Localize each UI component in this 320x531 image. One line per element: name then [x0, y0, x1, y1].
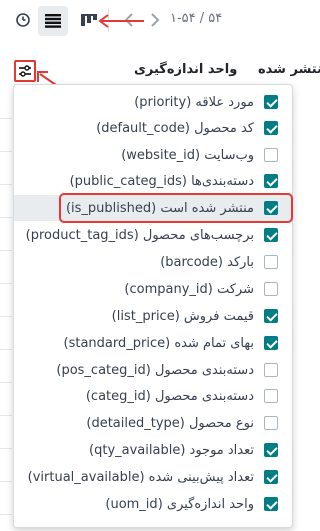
annotation-arrow-toolbar [98, 14, 144, 28]
pager-value[interactable]: ۱-۵۴ / ۵۴ [170, 11, 222, 26]
column-checkbox[interactable] [264, 470, 278, 484]
column-checkbox[interactable] [264, 416, 278, 430]
column-checkbox[interactable] [264, 228, 278, 242]
column-option-label: شرکت (company_id) [124, 281, 254, 297]
optional-columns-toggle[interactable] [14, 60, 36, 82]
column-checkbox[interactable] [264, 336, 278, 350]
column-option-detailed-type[interactable]: نوع محصول (detailed_type) [14, 410, 292, 436]
column-option-list-price[interactable]: قیمت فروش (list_price) [14, 303, 292, 329]
column-checkbox[interactable] [264, 282, 278, 296]
column-option-label: دسته‌بندی محصول (pos_categ_id) [56, 362, 254, 378]
optional-columns-dropdown: مورد علاقه (priority) کد محصول (default_… [13, 84, 293, 528]
clock-icon[interactable] [14, 11, 32, 29]
list-background-rows [0, 86, 12, 531]
column-option-label: تعداد موجود (qty_available) [89, 442, 254, 458]
column-option-label: بهای تمام شده (standard_price) [63, 335, 255, 351]
column-option-label: دسته‌بندی محصول (categ_id) [85, 388, 254, 404]
column-option-website[interactable]: وب‌سایت (website_id) [14, 142, 292, 168]
column-option-label: واحد اندازه‌گیری (uom_id) [105, 496, 254, 512]
column-checkbox[interactable] [264, 497, 278, 511]
column-option-uom[interactable]: واحد اندازه‌گیری (uom_id) [14, 491, 292, 517]
column-option-virtual-available[interactable]: تعداد پیش‌بینی شده (virtual_available) [14, 464, 292, 490]
column-option-label: برچسب‌های محصول (product_tag_ids) [25, 227, 254, 243]
column-header-uom[interactable]: واحد اندازه‌گیری [134, 62, 237, 77]
column-option-label: کد محصول (default_code) [96, 120, 254, 136]
column-checkbox[interactable] [264, 174, 278, 188]
column-option-label: مورد علاقه (priority) [134, 94, 254, 110]
list-view-icon [45, 14, 61, 28]
chevron-right-icon[interactable] [148, 12, 162, 28]
column-checkbox[interactable] [264, 95, 278, 109]
column-option-categ[interactable]: دسته‌بندی محصول (categ_id) [14, 383, 292, 409]
annotation-highlight-box [59, 193, 293, 223]
column-header-published[interactable]: منتشر شده [258, 62, 320, 77]
control-panel-toolbar: ۱-۵۴ / ۵۴ [0, 0, 302, 44]
column-option-pos-categ[interactable]: دسته‌بندی محصول (pos_categ_id) [14, 357, 292, 383]
column-option-product-tags[interactable]: برچسب‌های محصول (product_tag_ids) [14, 222, 292, 248]
column-option-standard-price[interactable]: بهای تمام شده (standard_price) [14, 330, 292, 356]
column-option-label: دسته‌بندی‌ها (public_categ_ids) [69, 173, 254, 189]
column-checkbox[interactable] [264, 389, 278, 403]
column-option-default-code[interactable]: کد محصول (default_code) [14, 115, 292, 141]
sliders-icon [19, 65, 31, 77]
column-option-public-categ[interactable]: دسته‌بندی‌ها (public_categ_ids) [14, 168, 292, 194]
column-checkbox[interactable] [264, 443, 278, 457]
column-option-company[interactable]: شرکت (company_id) [14, 276, 292, 302]
column-checkbox[interactable] [264, 148, 278, 162]
column-checkbox[interactable] [264, 255, 278, 269]
column-option-label: بارکد (barcode) [160, 254, 254, 270]
column-checkbox[interactable] [264, 121, 278, 135]
list-view-button[interactable] [38, 6, 68, 36]
column-option-barcode[interactable]: بارکد (barcode) [14, 249, 292, 275]
column-option-qty-available[interactable]: تعداد موجود (qty_available) [14, 437, 292, 463]
column-option-priority[interactable]: مورد علاقه (priority) [14, 89, 292, 115]
column-option-label: نوع محصول (detailed_type) [86, 415, 254, 431]
column-checkbox[interactable] [264, 363, 278, 377]
column-option-label: قیمت فروش (list_price) [111, 308, 254, 324]
column-checkbox[interactable] [264, 309, 278, 323]
column-option-label: تعداد پیش‌بینی شده (virtual_available) [27, 469, 254, 485]
column-option-label: وب‌سایت (website_id) [121, 147, 254, 163]
